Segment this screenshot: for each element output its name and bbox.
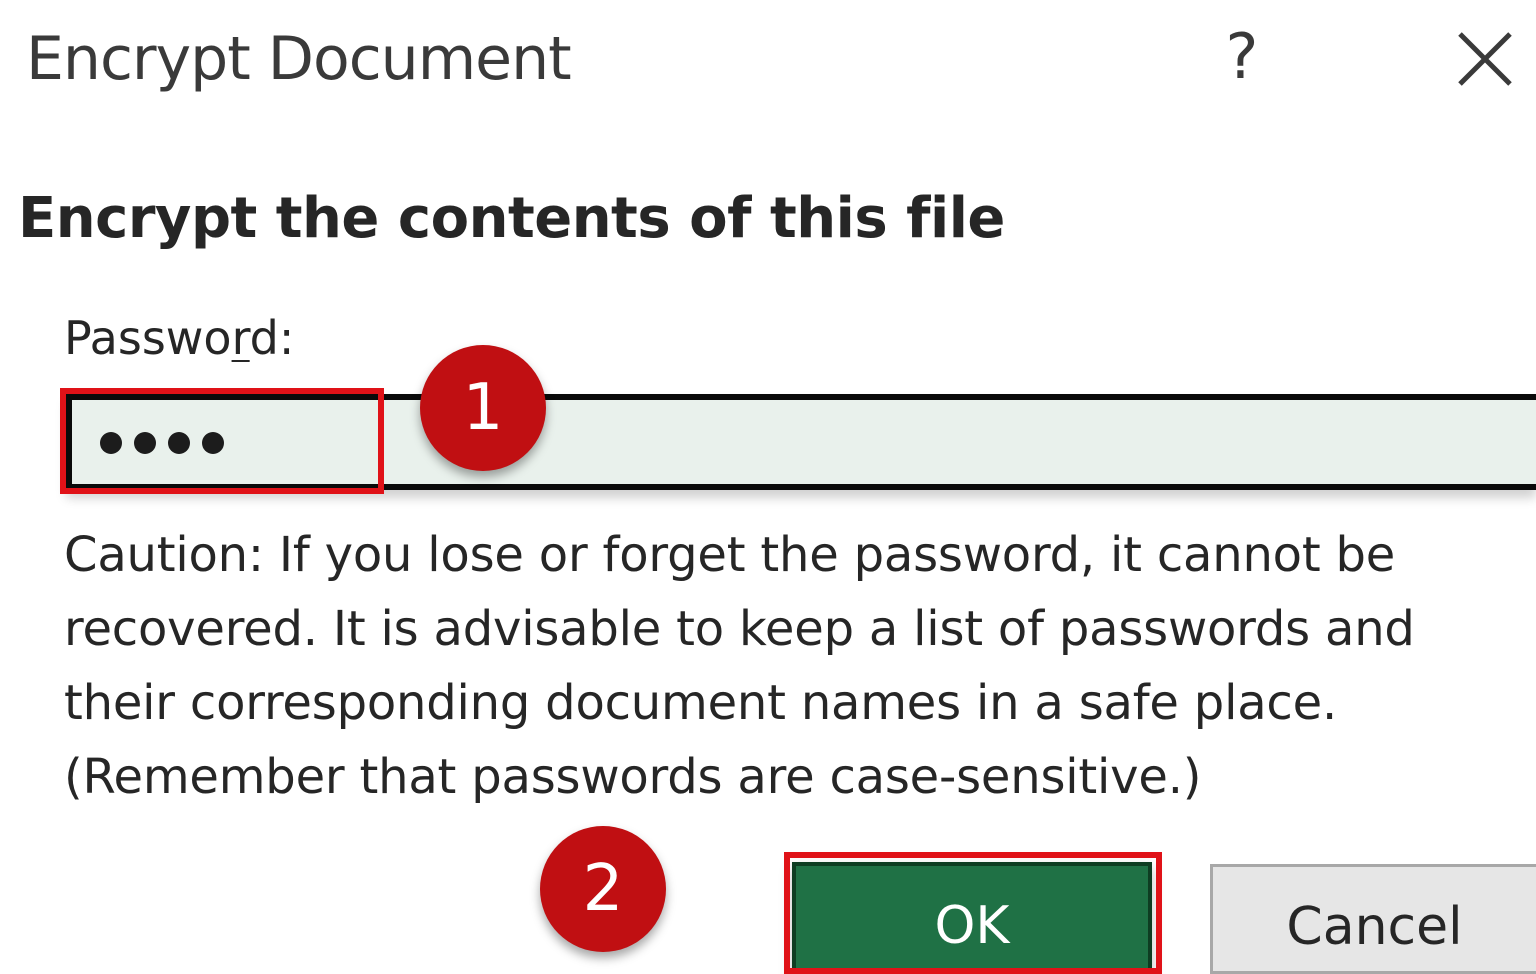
caution-line-4: (Remember that passwords are case-sensit… (64, 749, 1202, 805)
section-heading: Encrypt the contents of this file (18, 186, 1005, 251)
caution-line-3: their corresponding document names in a … (64, 675, 1338, 731)
caution-line-2: recovered. It is advisable to keep a lis… (64, 601, 1415, 657)
ok-highlight-box (784, 852, 1162, 974)
password-label: Password: (64, 308, 294, 368)
close-button[interactable] (1450, 26, 1520, 92)
step-1-badge: 1 (420, 345, 546, 471)
dialog-title: Encrypt Document (26, 24, 572, 94)
password-label-part2: d: (249, 311, 295, 365)
password-label-part1: Passwo (64, 311, 232, 365)
step-2-badge: 2 (540, 826, 666, 952)
cancel-button[interactable]: Cancel (1210, 864, 1536, 974)
caution-line-1: Caution: If you lose or forget the passw… (64, 527, 1396, 583)
close-icon (1458, 32, 1512, 86)
caution-text: Caution: If you lose or forget the passw… (64, 518, 1524, 814)
help-button[interactable]: ? (1214, 22, 1270, 92)
password-highlight-box (60, 388, 384, 494)
password-label-accelerator: r (231, 311, 250, 365)
